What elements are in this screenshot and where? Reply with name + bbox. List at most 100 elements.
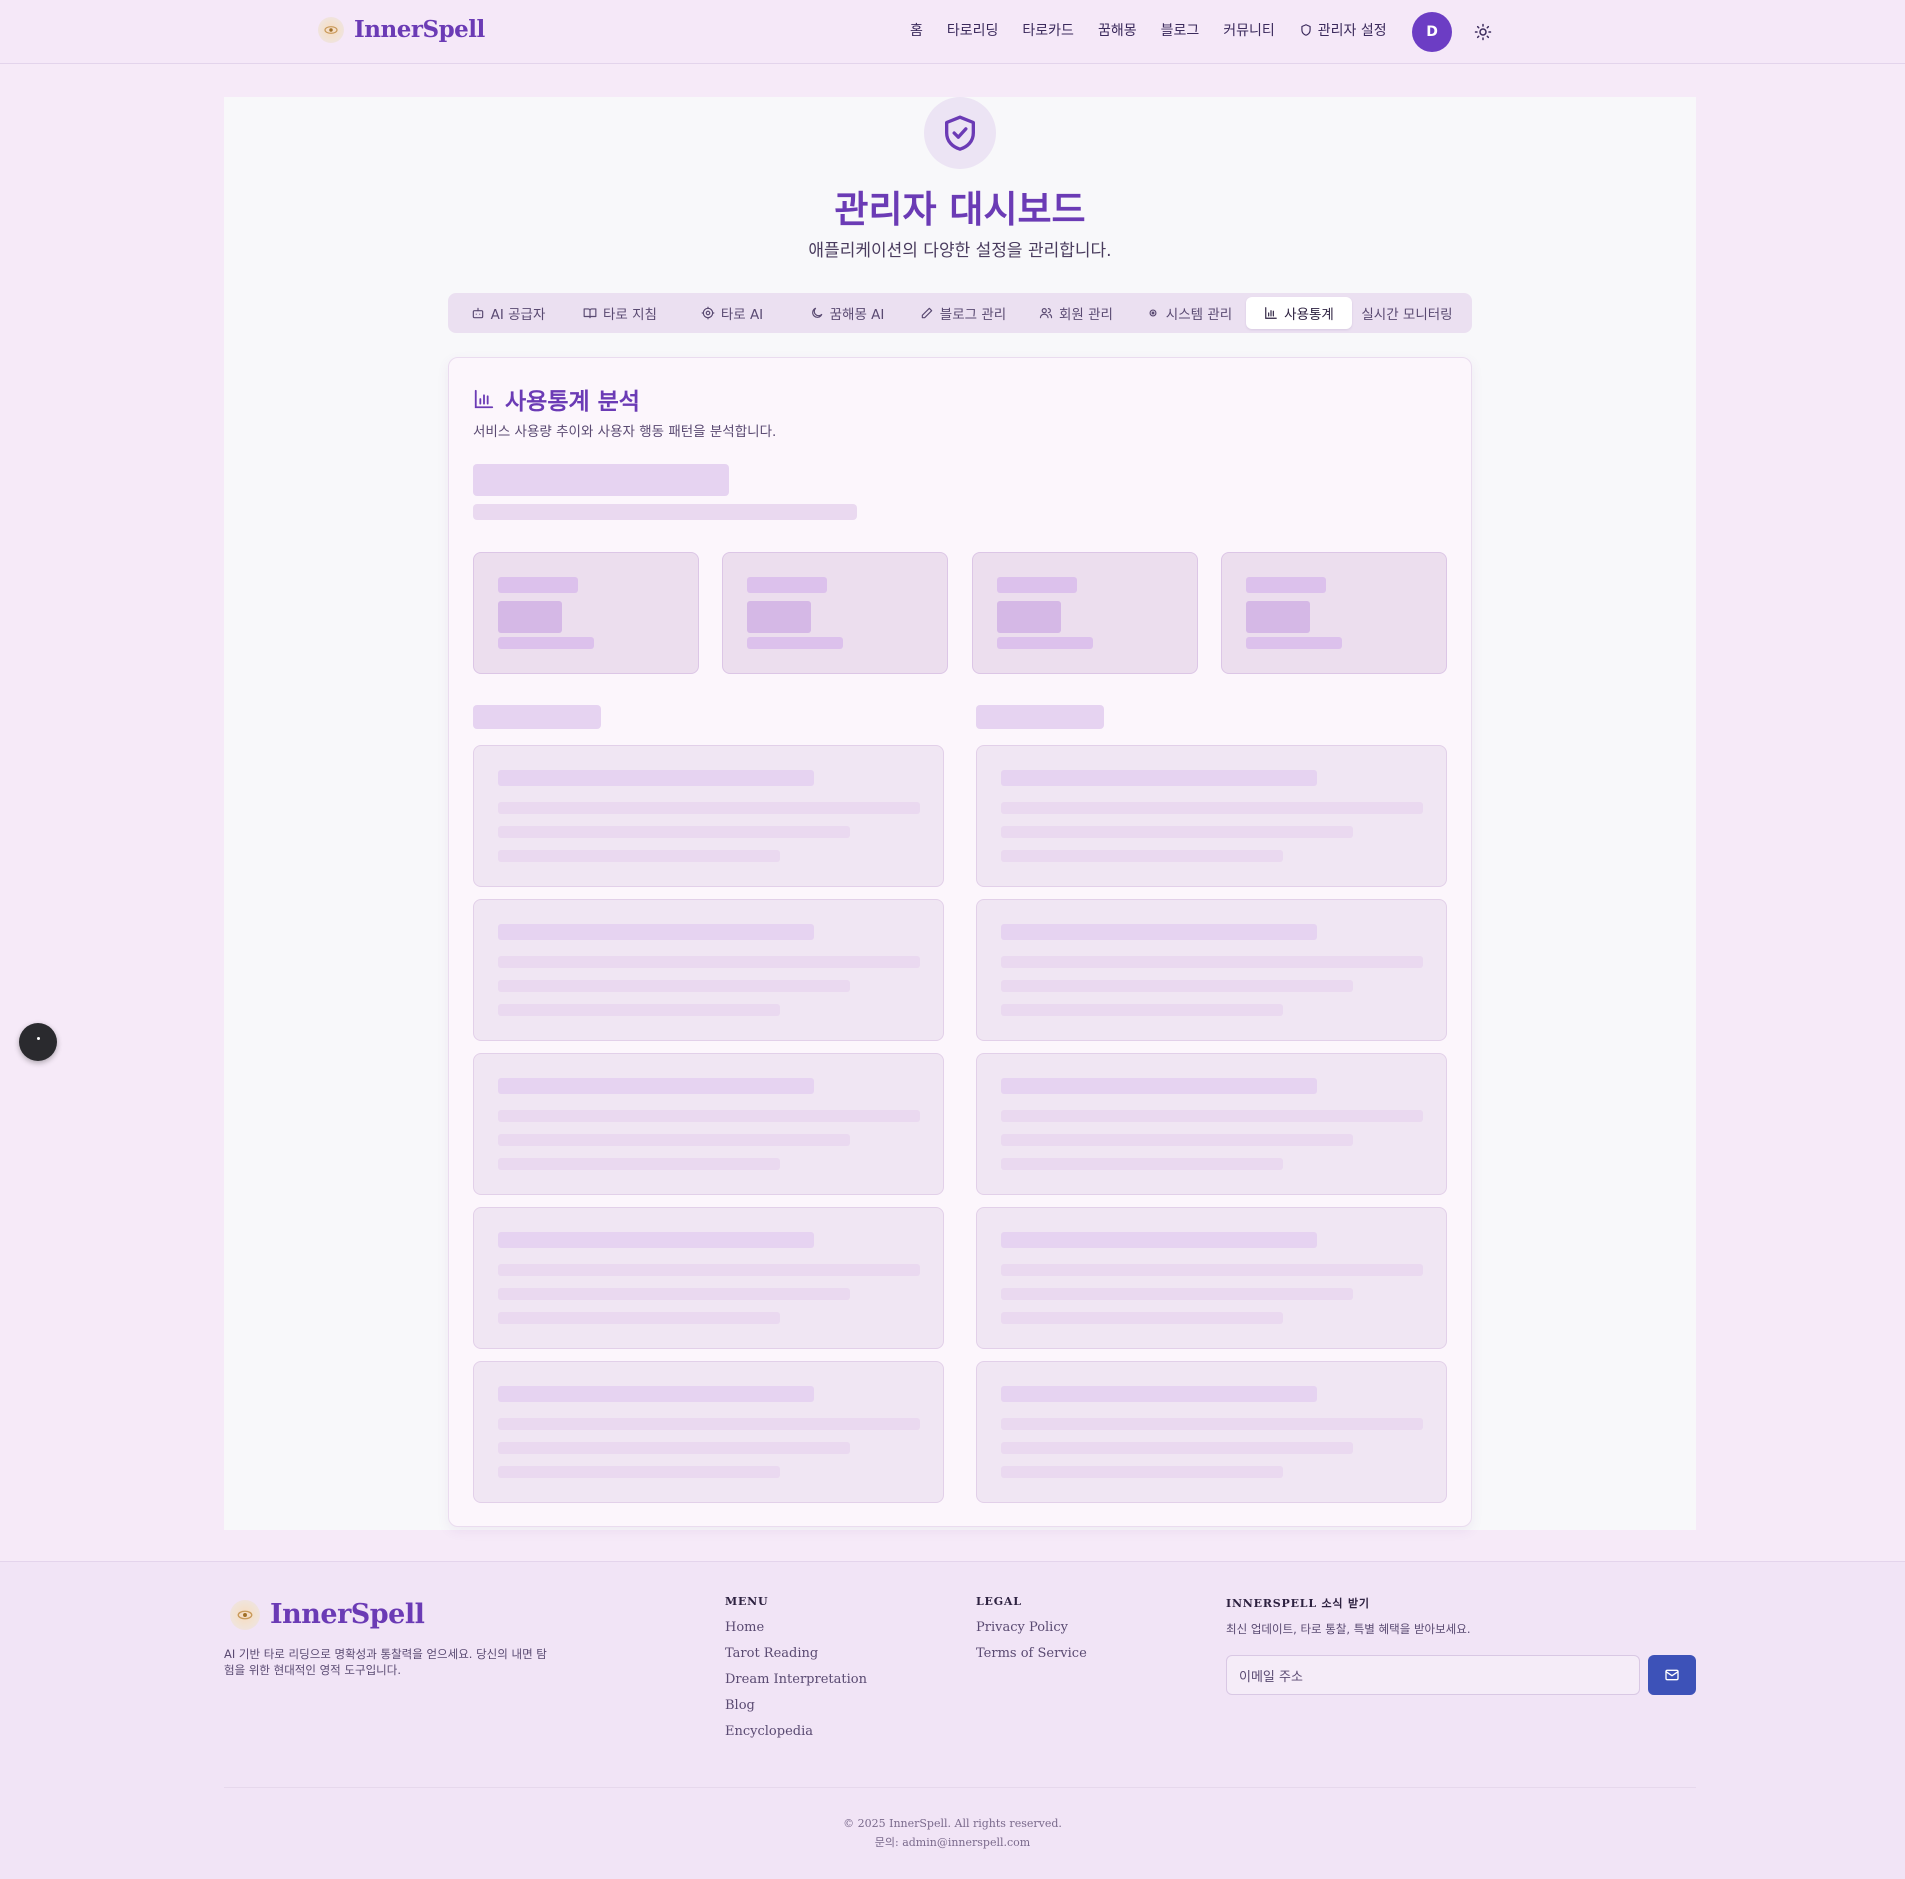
page-subtitle: 애플리케이션의 다양한 설정을 관리합니다. (808, 241, 1112, 261)
nav-dream[interactable]: 꿈해몽 (1098, 20, 1137, 40)
footer-newsletter: INNERSPELL 소식 받기 최신 업데이트, 타로 통찰, 특별 혜택을 … (1226, 1595, 1471, 1637)
eye-logo-icon (318, 16, 344, 43)
skeleton-list-item (473, 1053, 944, 1195)
footer-menu-heading: MENU (725, 1595, 769, 1608)
skeleton-section-title (976, 705, 1104, 729)
cog-icon (701, 306, 715, 320)
tab-tarot-ai-label: 타로 AI (720, 307, 764, 323)
skeleton-stat-card (473, 552, 699, 674)
tab-realtime-monitoring-label: 실시간 모니터링 (1361, 307, 1453, 323)
tab-usage-statistics[interactable]: 사용통계 (1246, 297, 1352, 329)
nav-tarot-cards-label: 타로카드 (1022, 23, 1074, 39)
shield-check-icon (945, 115, 975, 151)
circle-icon (1149, 309, 1157, 317)
brand-logo-link[interactable]: InnerSpell (318, 16, 485, 43)
user-avatar[interactable]: D (1412, 12, 1452, 52)
skeleton-heading (473, 464, 729, 496)
footer-link-dream-interpretation[interactable]: Dream Interpretation (725, 1672, 867, 1687)
nav-tarot-cards[interactable]: 타로카드 (1022, 20, 1074, 40)
tab-tarot-guidelines[interactable]: 타로 지침 (564, 297, 676, 329)
brand-name: InnerSpell (354, 16, 485, 43)
skeleton-list-item (976, 1207, 1447, 1349)
footer-copyright-block: © 2025 InnerSpell. All rights reserved. … (0, 1814, 1905, 1852)
skeleton-stat-card (972, 552, 1198, 674)
tab-system-management[interactable]: 시스템 관리 (1132, 297, 1246, 329)
top-navbar: InnerSpell 홈 타로리딩 타로카드 꿈해몽 블로그 커뮤니티 관리자 … (0, 0, 1905, 64)
skeleton-subheading (473, 504, 857, 520)
footer-newsletter-description: 최신 업데이트, 타로 통찰, 특별 혜택을 받아보세요. (1226, 1622, 1471, 1636)
nav-community-label: 커뮤니티 (1223, 23, 1275, 39)
pencil-icon (921, 307, 933, 319)
tab-blog-management[interactable]: 블로그 관리 (906, 297, 1020, 329)
tab-ai-provider[interactable]: AI 공급자 (452, 297, 564, 329)
footer-menu: MENU Home Tarot Reading Dream Interpreta… (725, 1595, 867, 1750)
page-title: 관리자 대시보드 (834, 188, 1086, 231)
usage-stats-card: 사용통계 분석 서비스 사용량 추이와 사용자 행동 패턴을 분석합니다. (448, 357, 1472, 1527)
footer-brand-name: InnerSpell (270, 1599, 425, 1630)
skeleton-list-item (473, 745, 944, 887)
footer-description: AI 기반 타로 리딩으로 명확성과 통찰력을 얻으세요. 당신의 내면 탐험을… (224, 1647, 547, 1677)
footer-link-tarot-reading[interactable]: Tarot Reading (725, 1646, 867, 1661)
nav-tarot-reading[interactable]: 타로리딩 (947, 20, 999, 40)
newsletter-submit-button[interactable] (1648, 1655, 1696, 1695)
eye-logo-icon (230, 1599, 260, 1630)
skeleton-list-item (976, 1053, 1447, 1195)
footer-link-blog[interactable]: Blog (725, 1698, 867, 1713)
nav-tarot-reading-label: 타로리딩 (946, 23, 999, 39)
shield-icon (1301, 24, 1311, 36)
footer-legal-heading: LEGAL (976, 1595, 1022, 1608)
footer-divider (224, 1787, 1696, 1788)
skeleton-list-item (473, 1361, 944, 1503)
tab-member-management-label: 회원 관리 (1059, 307, 1113, 323)
footer-link-terms-of-service[interactable]: Terms of Service (976, 1646, 1087, 1661)
tab-ai-provider-label: AI 공급자 (490, 307, 546, 323)
skeleton-section-title (473, 705, 601, 729)
site-footer: InnerSpell AI 기반 타로 리딩으로 명확성과 통찰력을 얻으세요.… (0, 1561, 1905, 1879)
tab-member-management[interactable]: 회원 관리 (1020, 297, 1132, 329)
tab-tarot-ai[interactable]: 타로 AI (676, 297, 788, 329)
main-nav: 홈 타로리딩 타로카드 꿈해몽 블로그 커뮤니티 관리자 설정 (910, 20, 1387, 40)
footer-link-encyclopedia[interactable]: Encyclopedia (725, 1724, 867, 1739)
skeleton-stat-card (1221, 552, 1447, 674)
nav-blog[interactable]: 블로그 (1161, 20, 1200, 40)
nav-admin-settings[interactable]: 관리자 설정 (1299, 20, 1387, 40)
tab-system-management-label: 시스템 관리 (1165, 307, 1233, 323)
nav-blog-label: 블로그 (1160, 23, 1200, 39)
tab-dream-ai-label: 꿈해몽 AI (829, 307, 885, 323)
card-title-text: 사용통계 분석 (505, 389, 640, 415)
nav-community[interactable]: 커뮤니티 (1223, 20, 1275, 40)
nav-admin-settings-label: 관리자 설정 (1317, 23, 1387, 39)
footer-newsletter-heading: INNERSPELL 소식 받기 (1226, 1597, 1370, 1610)
moon-icon (811, 307, 822, 318)
sun-icon[interactable] (1474, 23, 1492, 41)
floating-action-button[interactable] (19, 1023, 57, 1061)
footer-brand-link[interactable]: InnerSpell (230, 1599, 425, 1630)
book-icon (583, 308, 597, 319)
skeleton-stat-card (722, 552, 948, 674)
admin-tabs: AI 공급자 타로 지침 타로 AI 꿈해몽 AI 블로그 관리 회원 관리 시… (448, 293, 1472, 333)
tab-realtime-monitoring[interactable]: 실시간 모니터링 (1352, 297, 1462, 329)
skeleton-list-item (976, 1361, 1447, 1503)
tab-tarot-guidelines-label: 타로 지침 (603, 307, 657, 323)
skeleton-list-item (976, 745, 1447, 887)
card-title: 사용통계 분석 (473, 382, 640, 416)
tab-dream-ai[interactable]: 꿈해몽 AI (788, 297, 906, 329)
tab-usage-statistics-label: 사용통계 (1284, 307, 1334, 323)
users-icon (1039, 308, 1053, 319)
mail-icon (1665, 1669, 1679, 1681)
skeleton-list-item (976, 899, 1447, 1041)
card-description: 서비스 사용량 추이와 사용자 행동 패턴을 분석합니다. (473, 424, 777, 440)
admin-panel: 관리자 대시보드 애플리케이션의 다양한 설정을 관리합니다. AI 공급자 타… (224, 97, 1696, 1530)
footer-link-privacy-policy[interactable]: Privacy Policy (976, 1620, 1087, 1635)
footer-contact: 문의: admin@innerspell.com (874, 1836, 1031, 1849)
newsletter-email-input[interactable]: 이메일 주소 (1226, 1655, 1640, 1695)
bot-icon (472, 307, 483, 319)
footer-copyright: © 2025 InnerSpell. All rights reserved. (843, 1817, 1062, 1830)
page-header-icon (924, 97, 996, 169)
nav-home[interactable]: 홈 (910, 20, 923, 40)
bar-chart-icon (1265, 307, 1277, 319)
skeleton-list-item (473, 1207, 944, 1349)
nav-home-label: 홈 (910, 23, 923, 39)
footer-link-home[interactable]: Home (725, 1620, 867, 1635)
tab-blog-management-label: 블로그 관리 (939, 307, 1007, 323)
